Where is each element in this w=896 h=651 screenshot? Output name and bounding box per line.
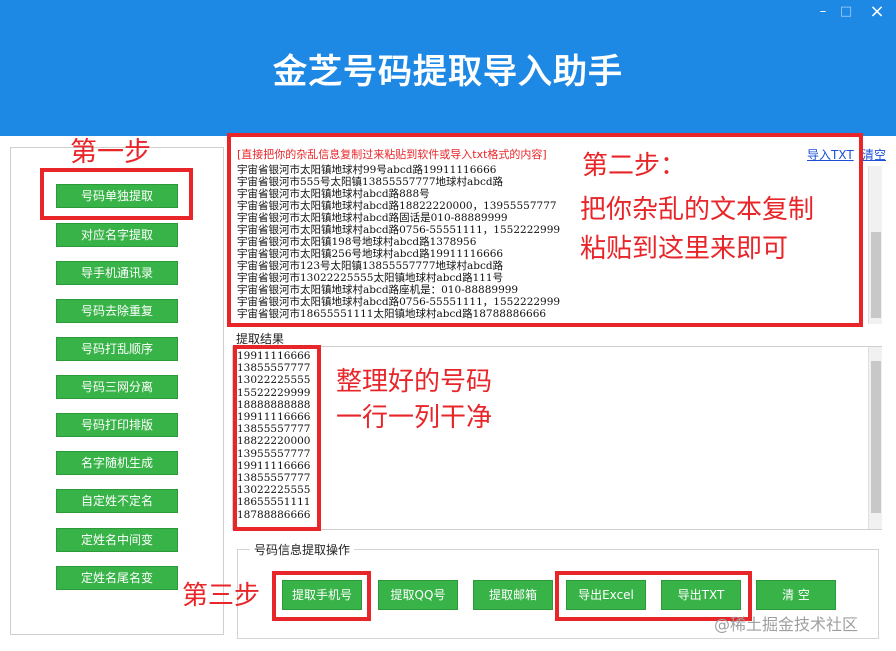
result-scrollbar[interactable]: [868, 347, 882, 529]
app-title: 金芝号码提取导入助手: [273, 52, 623, 92]
clear-button[interactable]: 清 空: [756, 580, 836, 610]
input-scrollbar-thumb[interactable]: [871, 232, 881, 318]
step2-highlight: [227, 133, 863, 327]
step2-annotation-title: 第二步：: [582, 151, 687, 181]
sidebar-item-contacts-export[interactable]: 导手机通讯录: [56, 261, 178, 285]
result-highlight: [233, 345, 321, 531]
maximize-icon[interactable]: □: [836, 4, 856, 20]
sidebar-item-name-extract[interactable]: 对应名字提取: [56, 223, 178, 247]
step2-annotation-line2: 把你杂乱的文本复制: [580, 195, 815, 225]
sidebar-item-last-name[interactable]: 定姓名尾名变: [56, 566, 178, 590]
step1-highlight: [40, 168, 193, 220]
step2-annotation-line3: 粘贴到这里来即可: [580, 234, 789, 264]
step3-annotation: 第三步: [182, 581, 261, 611]
sidebar-item-print-layout[interactable]: 号码打印排版: [56, 413, 178, 437]
input-scrollbar[interactable]: [868, 166, 882, 324]
minimize-icon[interactable]: –: [813, 4, 833, 20]
watermark: @稀土掘金技术社区: [714, 615, 859, 634]
ops-title: 号码信息提取操作: [250, 541, 355, 558]
sidebar-item-middle-name[interactable]: 定姓名中间变: [56, 528, 178, 552]
close-icon[interactable]: ×: [863, 3, 891, 21]
result-annotation-line1: 整理好的号码: [336, 367, 493, 397]
sidebar-item-carrier-split[interactable]: 号码三网分离: [56, 375, 178, 399]
step3-highlight: [272, 571, 371, 621]
extract-qq-button[interactable]: 提取QQ号: [378, 580, 458, 610]
result-annotation-line2: 一行一列干净: [336, 403, 493, 433]
sidebar-item-shuffle[interactable]: 号码打乱顺序: [56, 337, 178, 361]
result-output[interactable]: [232, 346, 882, 530]
clear-input-link[interactable]: 清空: [862, 146, 886, 163]
result-scrollbar-thumb[interactable]: [871, 361, 881, 513]
sidebar-item-random-name[interactable]: 名字随机生成: [56, 451, 178, 475]
sidebar-item-dedupe[interactable]: 号码去除重复: [56, 299, 178, 323]
extract-email-button[interactable]: 提取邮箱: [473, 580, 553, 610]
sidebar-item-custom-surname[interactable]: 自定姓不定名: [56, 489, 178, 513]
step1-annotation: 第一步: [70, 137, 151, 168]
